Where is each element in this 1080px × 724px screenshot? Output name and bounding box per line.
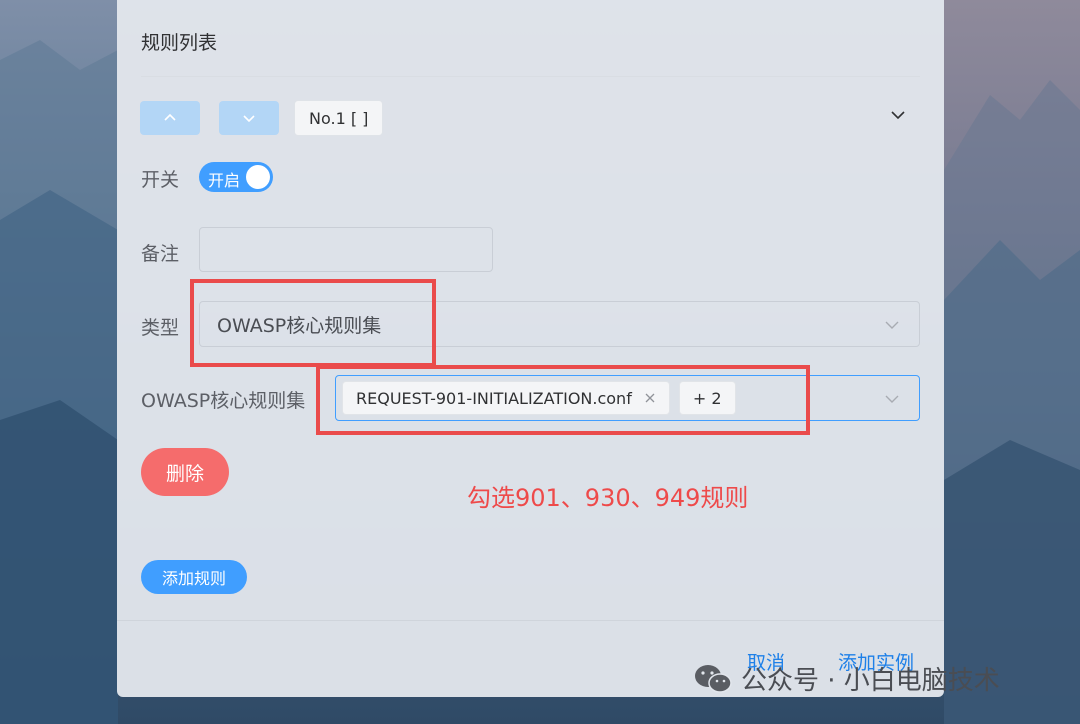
panel-title: 规则列表 [141, 32, 218, 54]
annotation-box-type [190, 279, 436, 367]
collapse-chevron-icon[interactable] [889, 106, 907, 124]
watermark: 公众号 · 小白电脑技术 [693, 660, 1000, 697]
move-down-button[interactable] [219, 101, 279, 135]
chevron-up-icon [164, 113, 176, 121]
remark-label: 备注 [141, 243, 180, 265]
chevron-down-icon [885, 395, 899, 403]
switch-state-text: 开启 [208, 171, 241, 190]
title-divider [141, 76, 920, 77]
annotation-box-ruleset [316, 365, 810, 435]
footer-divider [117, 620, 944, 621]
watermark-text: 公众号 · 小白电脑技术 [741, 666, 1000, 696]
switch-knob [246, 165, 270, 189]
add-rule-button[interactable]: 添加规则 [141, 560, 247, 594]
chevron-down-icon [885, 321, 899, 329]
switch-label: 开关 [141, 169, 180, 191]
annotation-text: 勾选901、930、949规则 [467, 484, 749, 512]
rule-number-tag: No.1 [ ] [294, 100, 384, 136]
chevron-down-icon [243, 115, 255, 123]
delete-button[interactable]: 删除 [141, 448, 229, 496]
ruleset-label: OWASP核心规则集 [141, 390, 306, 412]
wechat-icon [695, 664, 732, 693]
remark-input[interactable] [199, 227, 493, 272]
type-label: 类型 [141, 317, 180, 339]
enable-switch[interactable]: 开启 [199, 162, 273, 192]
move-up-button[interactable] [140, 101, 200, 135]
